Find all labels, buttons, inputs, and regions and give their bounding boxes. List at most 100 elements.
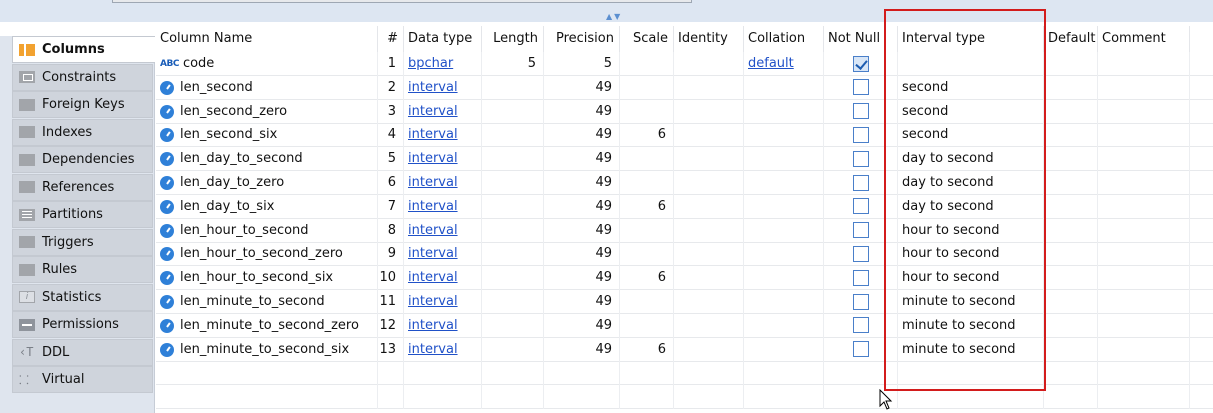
cell-name[interactable]: len_hour_to_second bbox=[156, 218, 378, 243]
cell-default[interactable] bbox=[1044, 194, 1098, 219]
cell-collation[interactable] bbox=[744, 194, 824, 219]
cell-name[interactable]: len_hour_to_second_six bbox=[156, 266, 378, 291]
header-data-type[interactable]: Data type bbox=[404, 26, 482, 52]
sidebar-item-triggers[interactable]: Triggers bbox=[12, 228, 153, 256]
cell-type[interactable]: interval bbox=[404, 290, 482, 314]
cell-precision[interactable]: 49 bbox=[544, 75, 620, 100]
cell-not-null[interactable] bbox=[824, 313, 898, 338]
header-not-null[interactable]: Not Null bbox=[824, 26, 898, 52]
sidebar-item-references[interactable]: References bbox=[12, 173, 153, 201]
cell-default[interactable] bbox=[1044, 123, 1098, 148]
type-value[interactable]: interval bbox=[408, 246, 458, 261]
cell-comment[interactable] bbox=[1098, 194, 1190, 219]
cell-not-null[interactable] bbox=[824, 218, 898, 243]
cell-num[interactable]: 12 bbox=[378, 313, 404, 338]
cell-comment[interactable] bbox=[1098, 147, 1190, 172]
cell-num[interactable]: 13 bbox=[378, 337, 404, 362]
sidebar-item-columns[interactable]: Columns bbox=[12, 36, 155, 63]
type-value[interactable]: interval bbox=[408, 318, 458, 333]
cell-name[interactable]: len_day_to_six bbox=[156, 194, 378, 219]
cell-name[interactable]: len_minute_to_second bbox=[156, 290, 378, 314]
cell-interval[interactable]: second bbox=[898, 123, 1044, 148]
table-row[interactable]: len_minute_to_second_zero 12 interval 49 min… bbox=[156, 313, 1213, 338]
cell-collation[interactable] bbox=[744, 266, 824, 291]
cell-interval[interactable]: minute to second bbox=[898, 313, 1044, 338]
cell-precision[interactable]: 49 bbox=[544, 194, 620, 219]
cell-scale[interactable]: 6 bbox=[620, 123, 674, 148]
cell-comment[interactable] bbox=[1098, 290, 1190, 314]
cell-precision[interactable]: 49 bbox=[544, 147, 620, 172]
cell-identity[interactable] bbox=[674, 194, 744, 219]
cell-precision[interactable]: 5 bbox=[544, 52, 620, 76]
cell-length[interactable] bbox=[482, 266, 544, 291]
header-scale[interactable]: Scale bbox=[620, 26, 674, 52]
cell-precision[interactable]: 49 bbox=[544, 99, 620, 124]
cell-interval[interactable]: second bbox=[898, 75, 1044, 100]
cell-length[interactable]: 5 bbox=[482, 52, 544, 76]
cell-precision[interactable]: 49 bbox=[544, 242, 620, 267]
collation-value[interactable]: default bbox=[748, 56, 794, 71]
type-value[interactable]: interval bbox=[408, 127, 458, 142]
sidebar-item-dependencies[interactable]: Dependencies bbox=[12, 146, 153, 173]
cell-identity[interactable] bbox=[674, 266, 744, 291]
cell-comment[interactable] bbox=[1098, 171, 1190, 195]
not-null-checkbox[interactable] bbox=[852, 150, 869, 167]
cell-num[interactable]: 6 bbox=[378, 171, 404, 195]
cell-length[interactable] bbox=[482, 171, 544, 195]
type-value[interactable]: interval bbox=[408, 151, 458, 166]
cell-precision[interactable]: 49 bbox=[544, 337, 620, 362]
cell-scale[interactable] bbox=[620, 171, 674, 195]
cell-type[interactable]: interval bbox=[404, 313, 482, 338]
cell-not-null[interactable] bbox=[824, 52, 898, 76]
cell-collation[interactable] bbox=[744, 290, 824, 314]
cell-collation[interactable] bbox=[744, 147, 824, 172]
not-null-checkbox[interactable] bbox=[852, 55, 869, 72]
not-null-checkbox[interactable] bbox=[852, 126, 869, 143]
type-value[interactable]: interval bbox=[408, 294, 458, 309]
cell-collation[interactable] bbox=[744, 123, 824, 148]
table-row[interactable]: len_second_six 4 interval 49 6 second bbox=[156, 123, 1213, 148]
sidebar-item-constraints[interactable]: Constraints bbox=[12, 63, 153, 91]
cell-identity[interactable] bbox=[674, 337, 744, 362]
cell-scale[interactable]: 6 bbox=[620, 337, 674, 362]
header-comment[interactable]: Comment bbox=[1098, 26, 1190, 52]
table-row[interactable]: len_day_to_second 5 interval 49 day to secon… bbox=[156, 147, 1213, 172]
cell-scale[interactable] bbox=[620, 75, 674, 100]
header-length[interactable]: Length bbox=[482, 26, 544, 52]
sidebar-item-partitions[interactable]: Partitions bbox=[12, 201, 153, 228]
cell-collation[interactable] bbox=[744, 242, 824, 267]
table-row[interactable]: len_second 2 interval 49 second bbox=[156, 75, 1213, 100]
table-row[interactable]: len_hour_to_second_six 10 interval 49 6 hour … bbox=[156, 266, 1213, 291]
sidebar-item-indexes[interactable]: Indexes bbox=[12, 118, 153, 146]
type-value[interactable]: bpchar bbox=[408, 56, 453, 71]
table-row[interactable]: len_hour_to_second 8 interval 49 hour to sec… bbox=[156, 218, 1213, 243]
cell-length[interactable] bbox=[482, 99, 544, 124]
cell-name[interactable]: len_second bbox=[156, 75, 378, 100]
cell-type[interactable]: interval bbox=[404, 242, 482, 267]
cell-not-null[interactable] bbox=[824, 75, 898, 100]
sidebar-item-ddl[interactable]: ‹T DDL bbox=[12, 338, 153, 366]
cell-identity[interactable] bbox=[674, 123, 744, 148]
cell-interval[interactable]: day to second bbox=[898, 171, 1044, 195]
cell-type[interactable]: bpchar bbox=[404, 52, 482, 76]
cell-scale[interactable] bbox=[620, 218, 674, 243]
cell-comment[interactable] bbox=[1098, 52, 1190, 76]
cell-collation[interactable] bbox=[744, 337, 824, 362]
cell-interval[interactable]: day to second bbox=[898, 194, 1044, 219]
type-value[interactable]: interval bbox=[408, 175, 458, 190]
cell-length[interactable] bbox=[482, 337, 544, 362]
type-value[interactable]: interval bbox=[408, 104, 458, 119]
cell-collation[interactable]: default bbox=[744, 52, 824, 76]
cell-type[interactable]: interval bbox=[404, 123, 482, 148]
cell-type[interactable]: interval bbox=[404, 75, 482, 100]
cell-default[interactable] bbox=[1044, 75, 1098, 100]
header-interval-type[interactable]: Interval type bbox=[898, 26, 1044, 52]
not-null-checkbox[interactable] bbox=[852, 341, 869, 358]
cell-interval[interactable]: minute to second bbox=[898, 290, 1044, 314]
not-null-checkbox[interactable] bbox=[852, 245, 869, 262]
cell-interval[interactable]: minute to second bbox=[898, 337, 1044, 362]
cell-num[interactable]: 3 bbox=[378, 99, 404, 124]
cell-not-null[interactable] bbox=[824, 290, 898, 314]
cell-num[interactable]: 11 bbox=[378, 290, 404, 314]
cell-name[interactable]: len_day_to_second bbox=[156, 147, 378, 172]
